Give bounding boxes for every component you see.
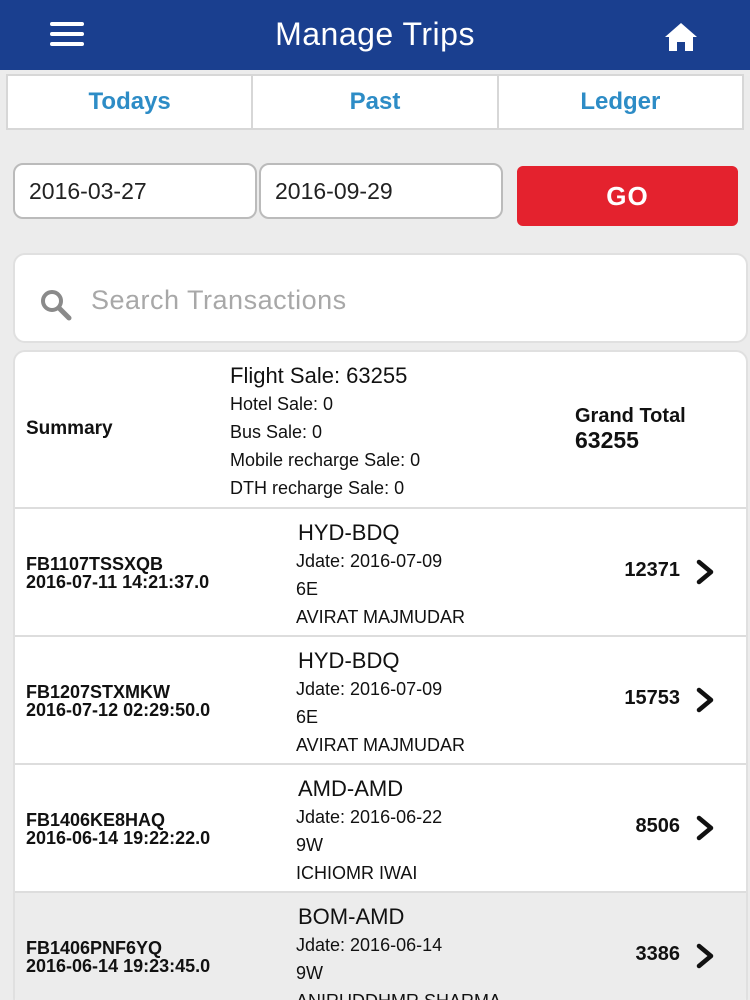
page-title: Manage Trips <box>275 16 475 52</box>
transaction-ref-block: FB1207STXMKW 2016-07-12 02:29:50.0 <box>26 683 210 719</box>
passenger-name: AVIRAT MAJMUDAR <box>296 735 466 755</box>
summary-lines: Flight Sale: 63255 Hotel Sale: 0 Bus Sal… <box>230 362 420 502</box>
tab-bar: Todays Past Ledger <box>6 74 744 130</box>
summary-label: Summary <box>26 418 113 439</box>
airline-code: 9W <box>296 963 323 983</box>
home-icon[interactable] <box>664 22 698 52</box>
flight-sale: Flight Sale: 63255 <box>230 363 408 388</box>
booking-ref: FB1406KE8HAQ <box>26 810 166 830</box>
search-placeholder: Search Transactions <box>91 285 347 315</box>
transaction-ref-block: FB1406PNF6YQ 2016-06-14 19:23:45.0 <box>26 939 210 975</box>
booking-ref: FB1107TSSXQB <box>26 554 164 574</box>
transaction-row[interactable]: FB1107TSSXQB 2016-07-11 14:21:37.0 HYD-B… <box>15 509 746 637</box>
airline-code: 6E <box>296 707 319 727</box>
to-date-field[interactable]: 2016-09-29 <box>259 163 503 219</box>
journey-date: Jdate: 2016-06-14 <box>296 935 443 955</box>
transaction-row[interactable]: FB1406PNF6YQ 2016-06-14 19:23:45.0 BOM-A… <box>15 893 746 1000</box>
transactions-list: Summary Flight Sale: 63255 Hotel Sale: 0… <box>13 350 748 1000</box>
booking-datetime: 2016-06-14 19:23:45.0 <box>26 956 211 976</box>
bus-sale: Bus Sale: 0 <box>230 422 323 442</box>
passenger-name: ANIRUDDHMR SHARMA <box>296 987 501 1000</box>
hotel-sale: Hotel Sale: 0 <box>230 394 334 414</box>
passenger-name: ICHIOMR IWAI <box>296 863 418 883</box>
transaction-row[interactable]: FB1207STXMKW 2016-07-12 02:29:50.0 HYD-B… <box>15 637 746 765</box>
transaction-ref-block: FB1107TSSXQB 2016-07-11 14:21:37.0 <box>26 555 209 591</box>
chevron-right-icon[interactable] <box>695 559 717 585</box>
booking-ref: FB1406PNF6YQ <box>26 938 163 958</box>
booking-ref: FB1207STXMKW <box>26 682 171 702</box>
amount: 12371 <box>624 559 680 581</box>
booking-datetime: 2016-06-14 19:22:22.0 <box>26 828 211 848</box>
passenger-name: AVIRAT MAJMUDAR <box>296 607 466 627</box>
search-input[interactable]: Search Transactions <box>13 253 748 343</box>
amount: 8506 <box>635 815 681 837</box>
route: AMD-AMD <box>298 776 404 801</box>
booking-datetime: 2016-07-11 14:21:37.0 <box>26 572 210 592</box>
mobile-recharge-sale: Mobile recharge Sale: 0 <box>230 450 421 470</box>
transaction-row[interactable]: FB1406KE8HAQ 2016-06-14 19:22:22.0 AMD-A… <box>15 765 746 893</box>
dth-recharge-sale: DTH recharge Sale: 0 <box>230 478 405 498</box>
chevron-right-icon[interactable] <box>695 943 717 969</box>
journey-date: Jdate: 2016-07-09 <box>296 551 443 571</box>
route: HYD-BDQ <box>298 520 400 545</box>
transaction-ref-block: FB1406KE8HAQ 2016-06-14 19:22:22.0 <box>26 811 210 847</box>
tab-todays[interactable]: Todays <box>8 76 254 128</box>
grand-total-label: Grand Total <box>575 405 686 427</box>
go-button[interactable]: GO <box>517 166 738 226</box>
search-icon <box>41 290 72 321</box>
from-date-field[interactable]: 2016-03-27 <box>13 163 257 219</box>
chevron-right-icon[interactable] <box>695 815 717 841</box>
journey-date: Jdate: 2016-06-22 <box>296 807 443 827</box>
journey-date: Jdate: 2016-07-09 <box>296 679 443 699</box>
amount: 15753 <box>624 687 680 709</box>
route: BOM-AMD <box>298 904 405 929</box>
route: HYD-BDQ <box>298 648 400 673</box>
airline-code: 9W <box>296 835 323 855</box>
booking-datetime: 2016-07-12 02:29:50.0 <box>26 700 211 720</box>
app-header: Manage Trips <box>0 0 750 70</box>
grand-total-value: 63255 <box>575 427 639 453</box>
amount: 3386 <box>635 943 681 965</box>
tab-ledger[interactable]: Ledger <box>499 76 742 128</box>
airline-code: 6E <box>296 579 319 599</box>
tab-past[interactable]: Past <box>253 76 499 128</box>
summary-row: Summary Flight Sale: 63255 Hotel Sale: 0… <box>15 352 746 509</box>
chevron-right-icon[interactable] <box>695 687 717 713</box>
grand-total: Grand Total 63255 <box>575 404 686 452</box>
